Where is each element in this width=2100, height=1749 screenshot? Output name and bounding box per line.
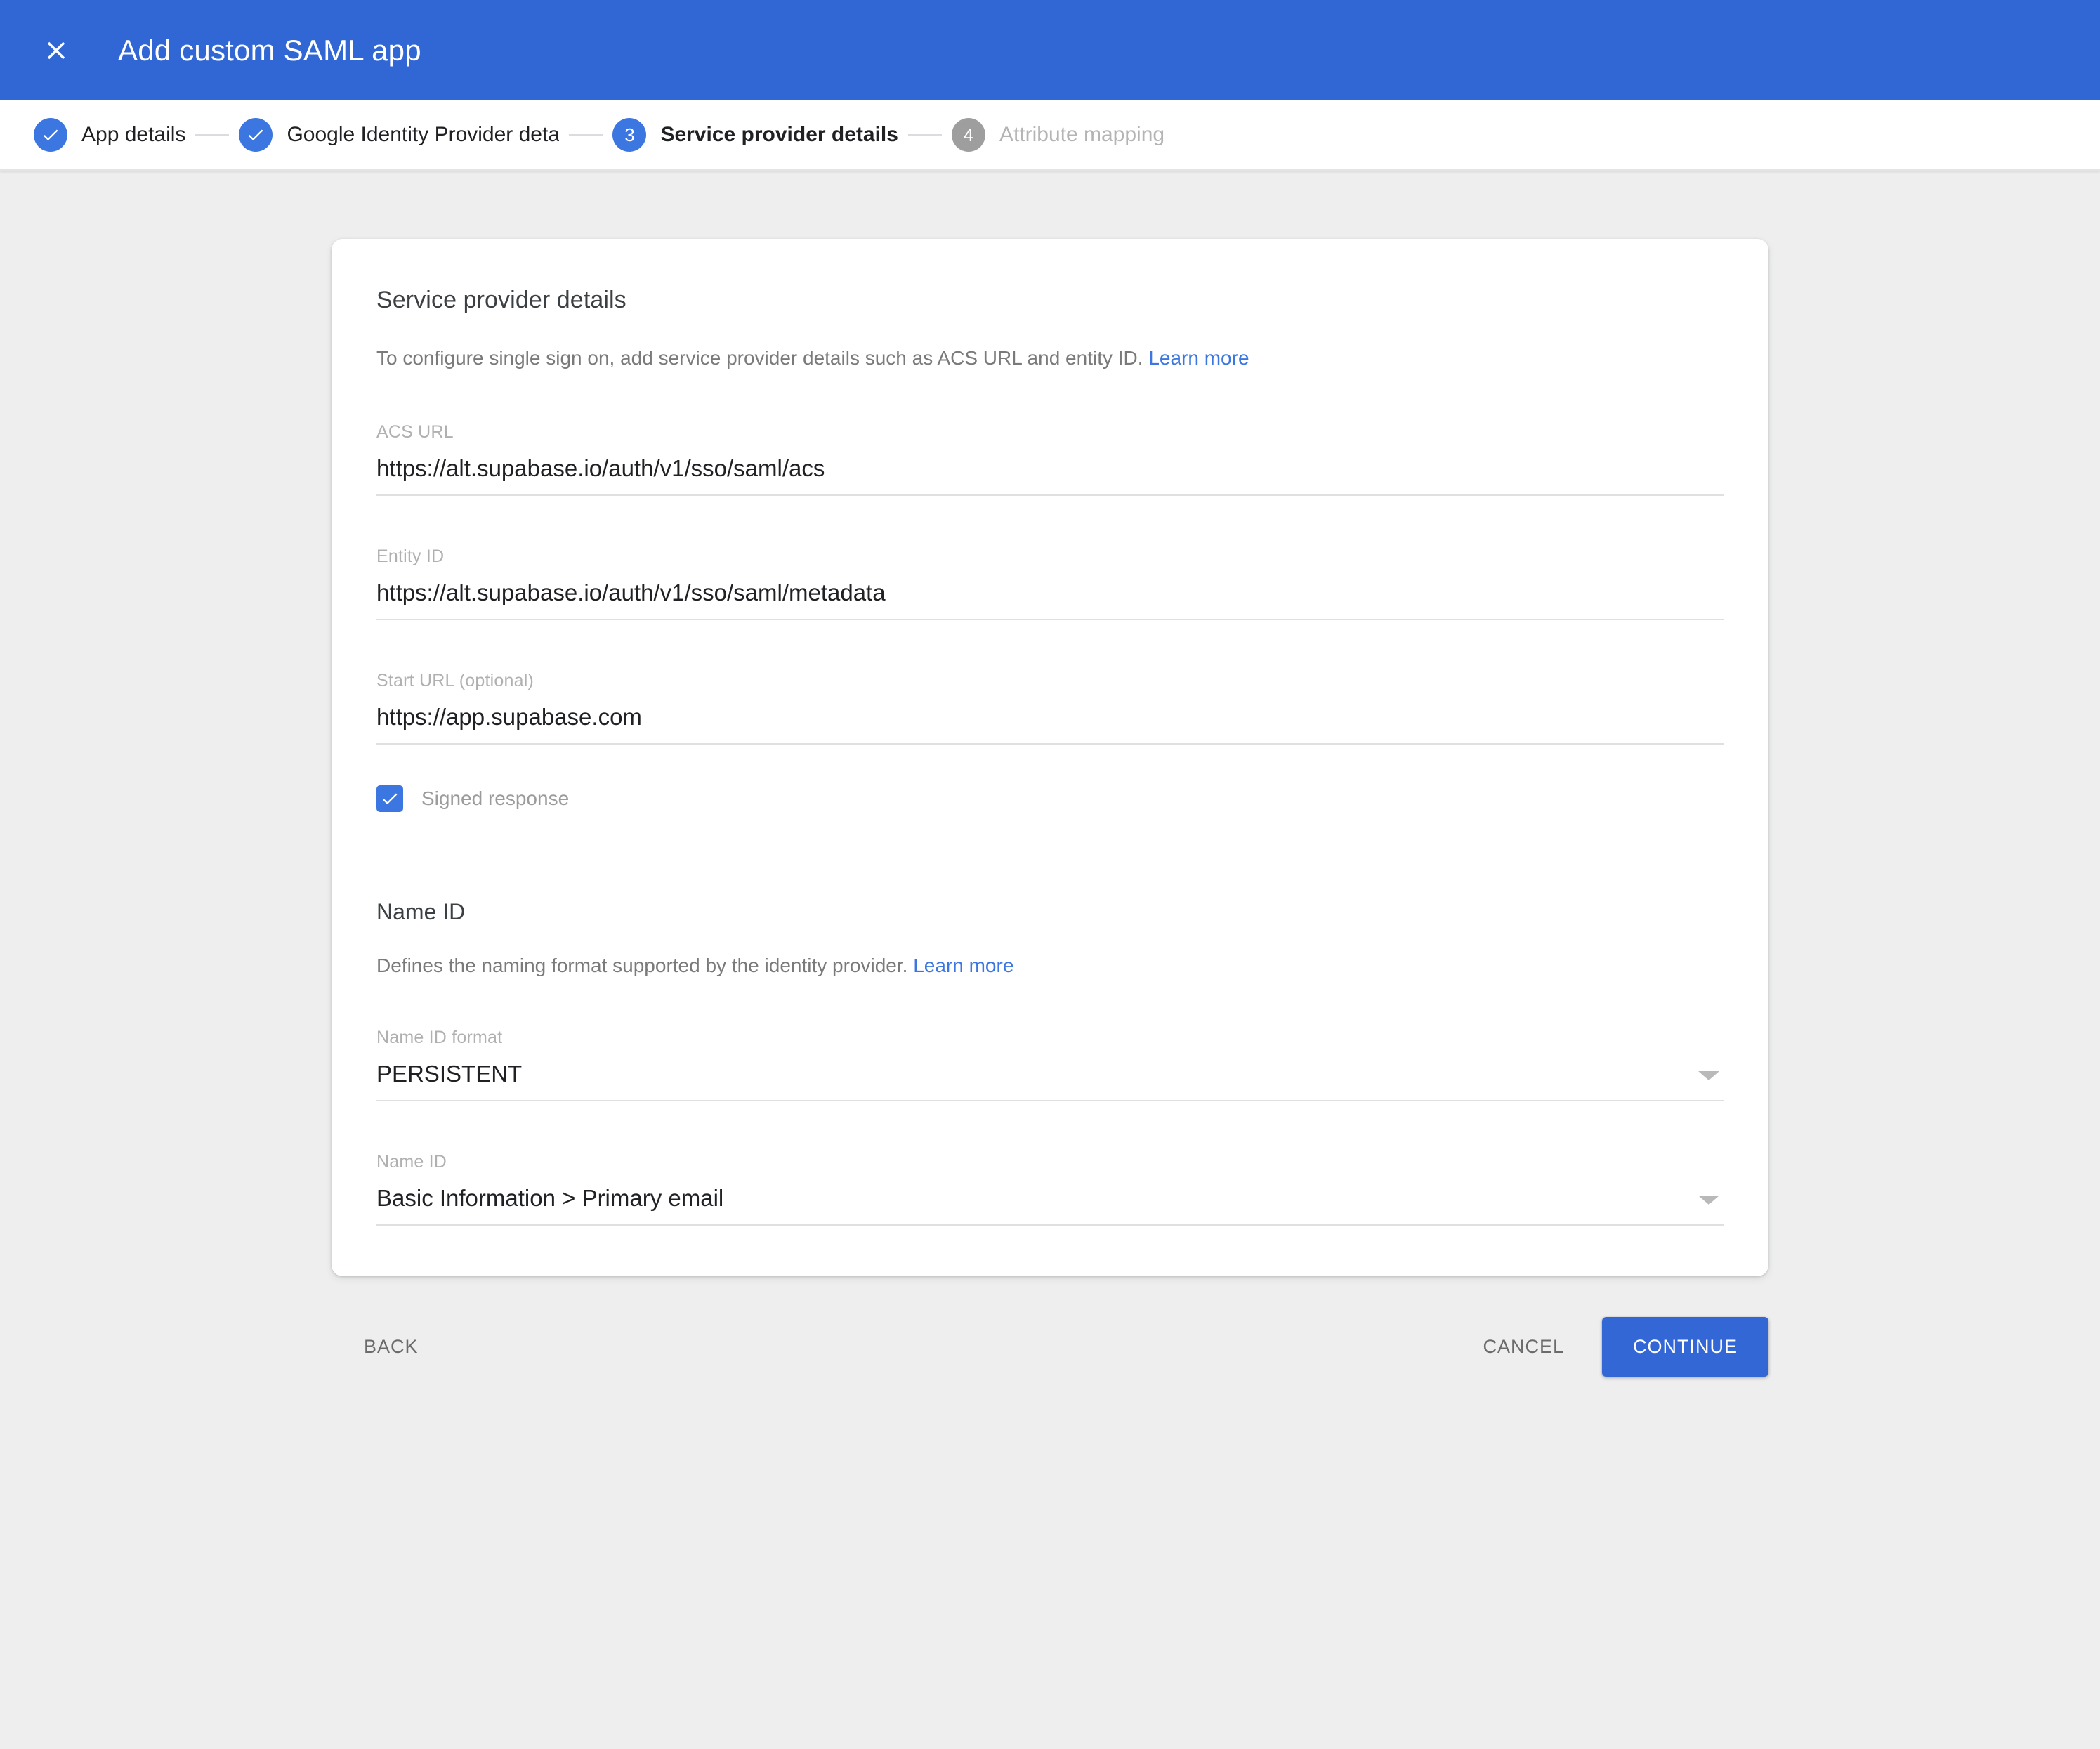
- back-button[interactable]: BACK: [343, 1321, 440, 1373]
- stepper-label-app-details: App details: [81, 123, 185, 147]
- stepper-step-google-identity-provider-details[interactable]: Google Identity Provider details: [239, 118, 559, 152]
- acs-url-input[interactable]: https://alt.supabase.io/auth/v1/sso/saml…: [376, 443, 1724, 496]
- name-id-label: Name ID: [376, 1152, 1724, 1172]
- name-id-section-title: Name ID: [376, 899, 1724, 925]
- chevron-down-icon: [1698, 1071, 1719, 1080]
- stepper: App details Google Identity Provider det…: [0, 100, 2100, 171]
- learn-more-link[interactable]: Learn more: [1148, 347, 1249, 369]
- card-description: To configure single sign on, add service…: [376, 345, 1724, 372]
- card-title: Service provider details: [376, 287, 1724, 314]
- start-url-input[interactable]: https://app.supabase.com: [376, 691, 1724, 745]
- close-icon: [41, 36, 71, 65]
- dialog-actions: BACK CANCEL CONTINUE: [332, 1276, 1768, 1377]
- entity-id-field: Entity ID https://alt.supabase.io/auth/v…: [376, 546, 1724, 620]
- check-icon: [246, 125, 265, 145]
- name-id-format-value: PERSISTENT: [376, 1061, 1698, 1087]
- name-id-field: Name ID Basic Information > Primary emai…: [376, 1152, 1724, 1226]
- app-bar: Add custom SAML app: [0, 0, 2100, 100]
- name-id-learn-more-link[interactable]: Learn more: [913, 955, 1013, 976]
- start-url-field: Start URL (optional) https://app.supabas…: [376, 671, 1724, 745]
- stepper-step-attribute-mapping[interactable]: 4 Attribute mapping: [952, 118, 1164, 152]
- stepper-step-app-details[interactable]: App details: [34, 118, 185, 152]
- step-badge-active: 3: [612, 118, 646, 152]
- name-id-section: Name ID Defines the naming format suppor…: [376, 899, 1724, 1226]
- name-id-format-field: Name ID format PERSISTENT: [376, 1028, 1724, 1101]
- stepper-label-service-provider-details: Service provider details: [660, 123, 898, 147]
- main-content: Service provider details To configure si…: [0, 171, 2100, 1377]
- stepper-connector: [195, 134, 229, 136]
- name-id-select[interactable]: Basic Information > Primary email: [376, 1172, 1724, 1226]
- step-badge-complete: [34, 118, 67, 152]
- entity-id-input[interactable]: https://alt.supabase.io/auth/v1/sso/saml…: [376, 567, 1724, 620]
- step-badge-complete: [239, 118, 273, 152]
- continue-button[interactable]: CONTINUE: [1602, 1317, 1768, 1377]
- signed-response-label: Signed response: [421, 787, 569, 810]
- name-id-description-text: Defines the naming format supported by t…: [376, 955, 907, 976]
- stepper-step-service-provider-details[interactable]: 3 Service provider details: [612, 118, 898, 152]
- acs-url-field: ACS URL https://alt.supabase.io/auth/v1/…: [376, 422, 1724, 496]
- step-badge-upcoming: 4: [952, 118, 985, 152]
- close-button[interactable]: [34, 28, 79, 73]
- chevron-down-icon: [1698, 1196, 1719, 1205]
- acs-url-label: ACS URL: [376, 422, 1724, 443]
- check-icon: [41, 125, 60, 145]
- stepper-connector: [569, 134, 603, 136]
- stepper-label-google-identity-provider-details: Google Identity Provider details: [287, 123, 559, 147]
- entity-id-label: Entity ID: [376, 546, 1724, 567]
- name-id-section-description: Defines the naming format supported by t…: [376, 955, 1724, 977]
- stepper-label-attribute-mapping: Attribute mapping: [999, 123, 1164, 147]
- start-url-label: Start URL (optional): [376, 671, 1724, 691]
- name-id-value: Basic Information > Primary email: [376, 1185, 1698, 1212]
- checkmark-icon: [380, 789, 400, 808]
- stepper-connector: [908, 134, 942, 136]
- card-description-text: To configure single sign on, add service…: [376, 347, 1143, 369]
- cancel-button[interactable]: CANCEL: [1462, 1321, 1585, 1373]
- name-id-format-select[interactable]: PERSISTENT: [376, 1048, 1724, 1101]
- name-id-format-label: Name ID format: [376, 1028, 1724, 1048]
- page-title: Add custom SAML app: [118, 34, 421, 67]
- signed-response-checkbox[interactable]: [376, 785, 403, 812]
- signed-response-checkbox-row[interactable]: Signed response: [376, 785, 569, 812]
- service-provider-details-card: Service provider details To configure si…: [332, 239, 1768, 1276]
